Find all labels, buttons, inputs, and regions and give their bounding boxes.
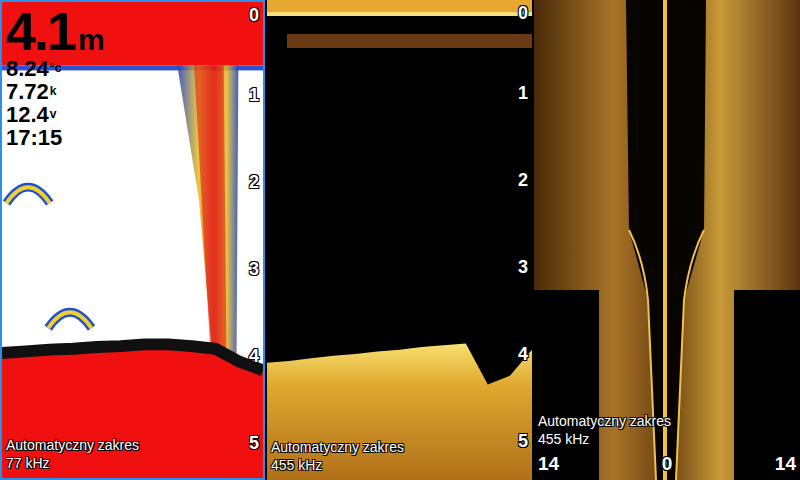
panel-labels: Automatyczny zakres455 kHz xyxy=(271,438,404,474)
depth-tick: 2 xyxy=(249,171,259,193)
panel-labels: Automatyczny zakres455 kHz xyxy=(538,412,671,448)
bottom xyxy=(267,344,532,480)
range-label: Automatyczny zakres xyxy=(538,412,671,430)
readouts: 4.1m8.24°c7.72k12.4v17:15 xyxy=(6,4,105,150)
range-label: Automatyczny zakres xyxy=(6,436,139,454)
depth-tick: 1 xyxy=(518,82,528,104)
down-image xyxy=(267,0,532,480)
readout: 7.72k xyxy=(6,81,105,104)
depth-tick: 0 xyxy=(249,4,259,26)
frequency-label: 455 kHz xyxy=(271,456,404,474)
range-tick: 14 xyxy=(538,452,559,476)
readout: 17:15 xyxy=(6,127,105,150)
side-image xyxy=(534,0,800,480)
bottom xyxy=(2,344,263,478)
depth-tick: 2 xyxy=(518,169,528,191)
readout: 12.4v xyxy=(6,104,105,127)
sonar-panel[interactable]: Automatyczny zakres455 kHz 14 0 14 xyxy=(534,0,800,480)
depth-tick: 4 xyxy=(249,345,259,367)
range-tick: 0 xyxy=(662,452,673,476)
frequency-label: 455 kHz xyxy=(538,430,671,448)
frequency-label: 77 kHz xyxy=(6,454,139,472)
depth-tick: 3 xyxy=(249,258,259,280)
sonar-panel[interactable]: 0 1 2 3 4 5 Automatyczny zakres455 kHz xyxy=(267,0,532,480)
depth-tick: 5 xyxy=(518,430,528,452)
readout: 4.1m xyxy=(6,4,105,58)
readout: 8.24°c xyxy=(6,58,105,81)
fish-arch xyxy=(6,187,49,203)
sonar-panel[interactable]: 4.1m8.24°c7.72k12.4v17:15 0 1 2 3 4 5 Automatyc… xyxy=(0,0,265,480)
range-tick: 14 xyxy=(775,452,796,476)
depth-tick: 1 xyxy=(249,84,259,106)
fishfinder-screen: 4.1m8.24°c7.72k12.4v17:15 0 1 2 3 4 5 Automatyc… xyxy=(0,0,800,480)
depth-tick: 5 xyxy=(249,432,259,454)
depth-tick: 4 xyxy=(518,343,528,365)
fish-arch xyxy=(48,312,91,328)
range-label: Automatyczny zakres xyxy=(271,438,404,456)
range-scale: 14 0 14 xyxy=(538,452,796,476)
panel-labels: Automatyczny zakres77 kHz xyxy=(6,436,139,472)
depth-tick: 0 xyxy=(518,2,528,24)
depth-tick: 3 xyxy=(518,256,528,278)
